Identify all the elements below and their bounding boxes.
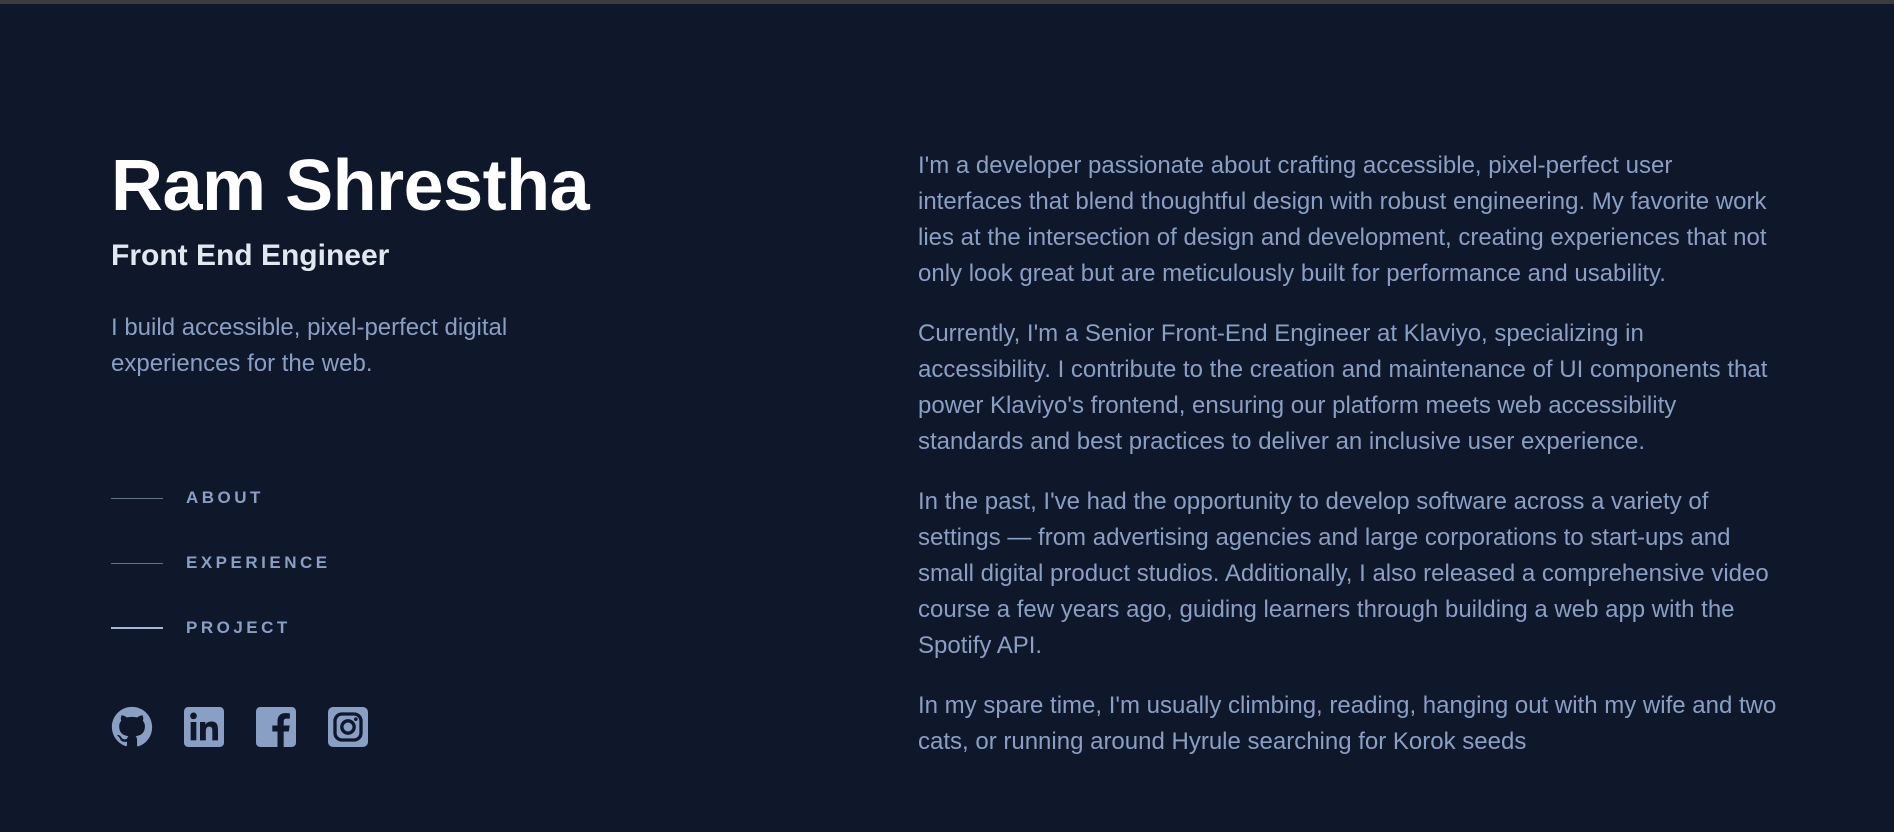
about-paragraph: I'm a developer passionate about craftin… [918, 152, 1767, 287]
about-paragraph: In the past, I've had the opportunity to… [918, 488, 1769, 659]
nav-item-project[interactable]: PROJECT [111, 608, 331, 648]
job-title: Front End Engineer [111, 239, 390, 272]
social-links [111, 706, 399, 748]
nav-indicator-line [111, 497, 163, 499]
facebook-link[interactable] [255, 706, 297, 748]
about-paragraph: In my spare time, I'm usually climbing, … [918, 692, 1777, 755]
nav-label-experience: EXPERIENCE [186, 553, 331, 572]
nav-item-about[interactable]: ABOUT [111, 478, 331, 518]
github-icon [111, 706, 153, 747]
nav-item-experience[interactable]: EXPERIENCE [111, 543, 331, 583]
nav-label-project: PROJECT [186, 618, 291, 637]
about-section: I'm a developer passionate about craftin… [918, 148, 1778, 784]
linkedin-icon [184, 707, 224, 747]
tagline: I build accessible, pixel-perfect digita… [111, 314, 508, 377]
nav-indicator-line-active [111, 627, 163, 629]
page-title: Ram Shrestha [111, 146, 590, 226]
window-top-border [0, 0, 1894, 4]
linkedin-link[interactable] [183, 706, 225, 748]
instagram-link[interactable] [327, 706, 369, 748]
about-paragraph: Currently, I'm a Senior Front-End Engine… [918, 320, 1768, 455]
section-nav: ABOUT EXPERIENCE PROJECT [111, 478, 331, 673]
instagram-icon [328, 707, 368, 747]
profile-header: Ram Shrestha Front End Engineer I build … [111, 140, 671, 382]
nav-indicator-line [111, 562, 163, 564]
facebook-icon [256, 707, 296, 747]
github-link[interactable] [111, 706, 153, 748]
nav-label-about: ABOUT [186, 488, 264, 507]
